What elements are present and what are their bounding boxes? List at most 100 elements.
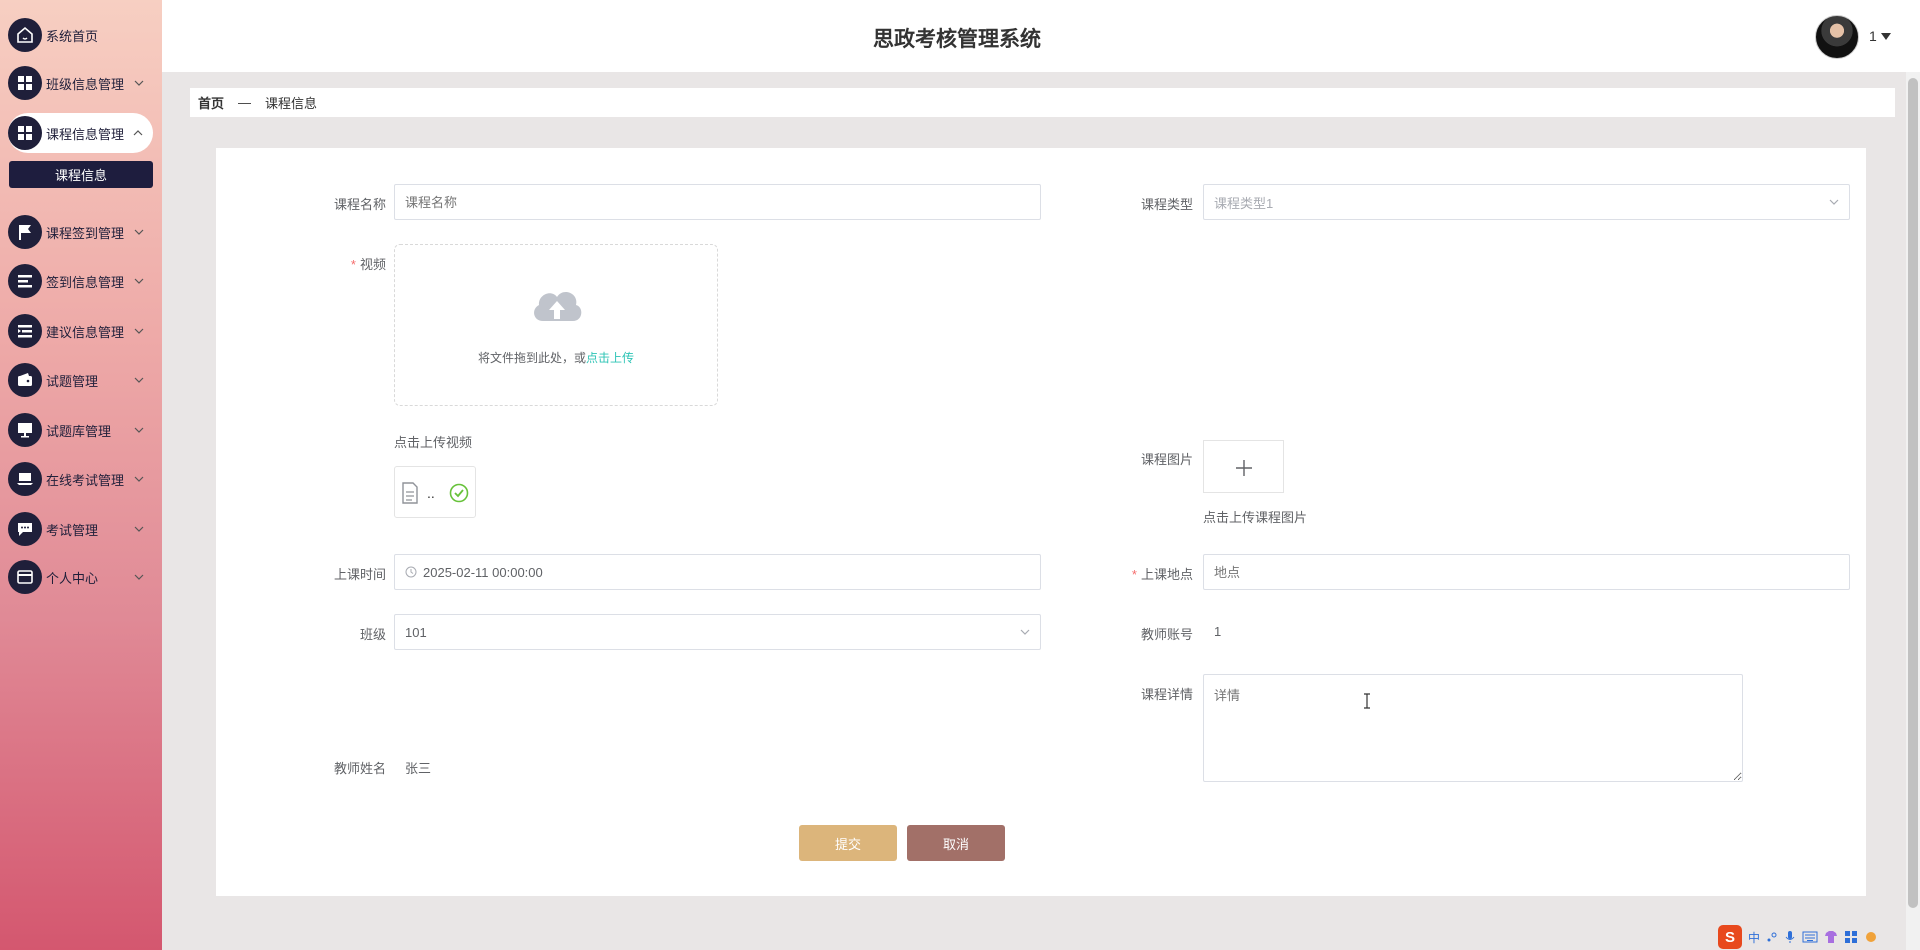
breadcrumb-home[interactable]: 首页 [198,93,224,112]
course-detail-label: 课程详情 [1140,687,1193,702]
grid-icon [8,66,42,100]
sidebar-item-label: 签到信息管理 [46,274,125,290]
sidebar-item-label: 系统首页 [46,28,99,44]
list-icon [8,264,42,298]
wallet-icon [8,363,42,397]
skin-icon[interactable] [1864,930,1878,944]
document-icon [402,482,418,504]
ime-toolbar[interactable]: S 中 [1718,924,1908,950]
shirt-icon[interactable] [1824,930,1838,944]
class-time-picker[interactable]: 2025-02-11 00:00:00 [394,554,1041,590]
class-value: 101 [405,624,427,640]
video-upload-tip: 点击上传视频 [394,435,473,450]
apps-grid-icon[interactable] [1844,930,1858,944]
chevron-down-icon [134,377,144,383]
video-label: * 视频 [350,257,386,272]
chevron-down-icon [134,427,144,433]
avatar[interactable] [1815,15,1859,59]
teacher-name-value: 张三 [405,761,432,776]
clock-icon [405,566,417,578]
cloud-upload-icon [534,291,582,321]
card-icon [8,560,42,594]
top-header: 思政考核管理系统 [162,0,1920,72]
chevron-down-icon [134,328,144,334]
sidebar-item-label: 试题库管理 [46,423,112,439]
cancel-button[interactable]: 取消 [907,825,1005,861]
teacher-name-label: 教师姓名 [333,761,386,776]
course-image-label: 课程图片 [1140,452,1193,467]
grid-icon [8,116,42,150]
file-name: .. [427,485,435,501]
chevron-down-icon [134,476,144,482]
sidebar: 系统首页 班级信息管理 课程信息管理 课程信息 课程签到管理 签到信息管理 建议… [0,0,162,950]
sidebar-item-label: 试题管理 [46,373,99,389]
punctuation-icon[interactable] [1766,931,1778,943]
keyboard-icon[interactable] [1802,931,1818,943]
breadcrumb-current: 课程信息 [265,96,318,111]
sidebar-subitem-course-info[interactable]: 课程信息 [9,161,153,188]
course-detail-textarea[interactable] [1203,674,1743,782]
class-label: 班级 [359,627,386,642]
chevron-down-icon [134,229,144,235]
sidebar-item-home[interactable]: 系统首页 [8,15,154,55]
sidebar-item-label: 在线考试管理 [46,472,125,488]
teacher-account-label: 教师账号 [1140,627,1193,642]
sidebar-item-questions[interactable]: 试题管理 [8,360,154,400]
submit-button[interactable]: 提交 [799,825,897,861]
sidebar-item-label: 班级信息管理 [46,76,125,92]
chevron-down-icon [134,574,144,580]
sidebar-item-exam-management[interactable]: 考试管理 [8,509,154,549]
microphone-icon[interactable] [1784,930,1796,944]
sidebar-item-label: 课程信息管理 [46,126,125,142]
sidebar-item-label: 课程签到管理 [46,225,125,241]
required-asterisk: * [350,257,356,272]
sidebar-item-label: 建议信息管理 [46,324,125,340]
home-icon [8,18,42,52]
teacher-account-value: 1 [1214,624,1222,639]
plus-icon [1236,460,1252,476]
flag-icon [8,215,42,249]
chevron-down-icon [134,278,144,284]
chevron-down-icon [134,526,144,532]
chat-icon [8,512,42,546]
class-select[interactable]: 101 [394,614,1041,650]
click-upload-link[interactable]: 点击上传 [586,351,634,365]
image-upload-tip: 点击上传课程图片 [1203,510,1308,525]
class-time-label: 上课时间 [333,567,386,582]
chevron-down-icon [1829,199,1839,205]
breadcrumb: 首页 — 课程信息 [190,88,1895,117]
location-label: * 上课地点 [1131,567,1193,582]
location-input[interactable] [1203,554,1850,590]
caret-down-icon[interactable] [1881,33,1891,41]
scrollbar-thumb[interactable] [1908,78,1918,908]
text-cursor-icon [1364,693,1370,709]
image-upload-box[interactable] [1203,440,1284,493]
user-name[interactable]: 1 [1869,28,1877,44]
sidebar-item-suggestion-info[interactable]: 建议信息管理 [8,311,154,351]
laptop-icon [8,462,42,496]
check-circle-icon [449,483,469,503]
chevron-down-icon [134,80,144,86]
course-type-label: 课程类型 [1140,197,1193,212]
chevron-up-icon [133,130,143,136]
sidebar-item-label: 考试管理 [46,522,99,538]
video-upload-dropzone[interactable]: 将文件拖到此处，或点击上传 [394,244,718,406]
sidebar-item-class-info[interactable]: 班级信息管理 [8,63,154,103]
ime-lang[interactable]: 中 [1748,929,1760,946]
uploaded-file-item[interactable]: .. [394,466,476,518]
class-time-value: 2025-02-11 00:00:00 [423,564,543,580]
sidebar-item-personal-center[interactable]: 个人中心 [8,557,154,597]
sidebar-item-course-signin[interactable]: 课程签到管理 [8,212,154,252]
sidebar-item-course-info[interactable]: 课程信息管理 [8,113,153,153]
course-type-value: 课程类型1 [1214,195,1274,211]
course-type-select[interactable]: 课程类型1 [1203,184,1850,220]
sogou-logo-icon: S [1718,925,1742,949]
sidebar-item-question-bank[interactable]: 试题库管理 [8,410,154,450]
course-name-input[interactable] [394,184,1041,220]
list-indent-icon [8,314,42,348]
sidebar-item-signin-info[interactable]: 签到信息管理 [8,261,154,301]
monitor-icon [8,413,42,447]
required-asterisk: * [1131,567,1137,582]
sidebar-item-online-exam[interactable]: 在线考试管理 [8,459,154,499]
sidebar-item-label: 个人中心 [46,570,99,586]
